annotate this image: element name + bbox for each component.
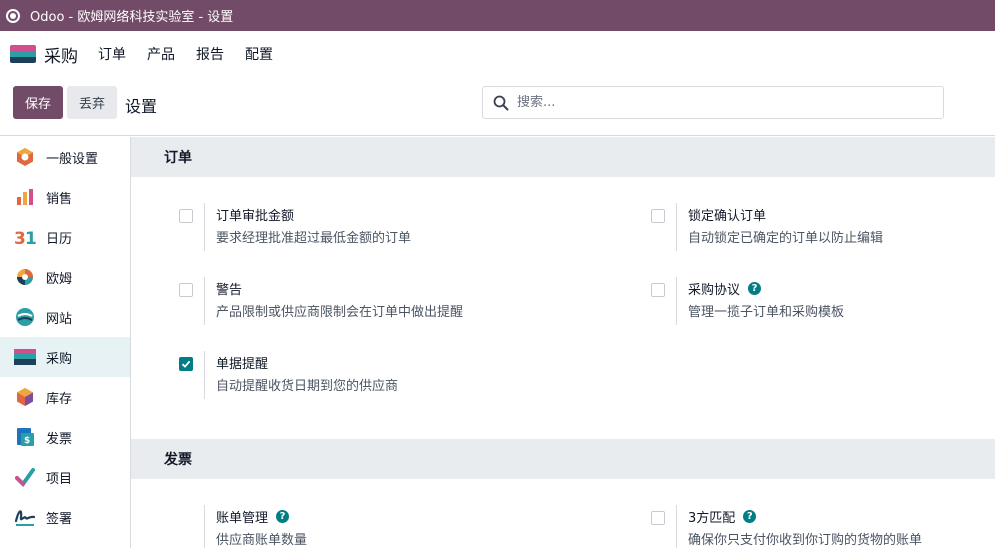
setting-title-text: 3方匹配 (688, 511, 736, 526)
sidebar-item-label: 网站 (46, 311, 73, 327)
setting-3-way-matching: 3方匹配 ? 确保你只支付你收到你订购的货物的账单 (651, 505, 995, 548)
setting-title-text: 账单管理 (216, 511, 269, 526)
section-header-orders: 订单 (131, 137, 995, 177)
inventory-icon (14, 386, 36, 408)
general-settings-icon (14, 146, 36, 168)
sidebar-item-label: 销售 (46, 191, 73, 207)
calendar-icon: 31 (14, 226, 36, 248)
setting-bill-control: 账单管理 ? 供应商账单数量 (179, 505, 539, 548)
setting-warnings: 警告 产品限制或供应商限制会在订单中做出提醒 (179, 277, 539, 327)
svg-text:1: 1 (25, 229, 36, 247)
browser-app-icon (6, 8, 20, 23)
checkmark-icon (181, 360, 191, 368)
sidebar-item-label: 签署 (46, 511, 73, 527)
sidebar-item-label: 一般设置 (46, 151, 99, 167)
menu-reporting[interactable]: 报告 (196, 44, 224, 64)
invoicing-icon: $ (14, 426, 36, 448)
setting-description: 要求经理批准超过最低金额的订单 (216, 231, 412, 246)
sidebar-item-label: 发票 (46, 431, 73, 447)
sidebar-item-sign[interactable]: 签署 (0, 497, 130, 537)
order-approval-checkbox[interactable] (179, 209, 193, 223)
purchase-icon (14, 346, 36, 368)
divider (676, 505, 677, 548)
setting-title: 订单审批金额 (216, 209, 295, 224)
three-way-matching-checkbox[interactable] (651, 511, 665, 525)
search-box[interactable] (482, 86, 944, 119)
setting-description: 确保你只支付你收到你订购的货物的账单 (688, 533, 923, 548)
settings-main: 订单 订单审批金额 要求经理批准超过最低金额的订单 锁定确认订单 自动锁定已确定… (131, 137, 995, 548)
setting-order-approval: 订单审批金额 要求经理批准超过最低金额的订单 (179, 203, 539, 253)
setting-title: 账单管理 ? (216, 507, 290, 526)
top-menu: 采购 订单 产品 报告 配置 (0, 31, 995, 77)
section-header-invoicing: 发票 (131, 439, 995, 479)
setting-description: 产品限制或供应商限制会在订单中做出提醒 (216, 305, 464, 320)
divider (676, 277, 677, 325)
setting-description: 供应商账单数量 (216, 533, 308, 548)
purchase-app-icon[interactable] (10, 45, 36, 63)
divider (204, 351, 205, 399)
receipt-reminder-checkbox[interactable] (179, 357, 193, 371)
setting-title-text: 采购协议 (688, 283, 741, 298)
sidebar-item-label: 日历 (46, 231, 73, 247)
setting-lock-confirmed-orders: 锁定确认订单 自动锁定已确定的订单以防止编辑 (651, 203, 995, 253)
divider (204, 277, 205, 325)
search-input[interactable] (517, 95, 917, 110)
sidebar-item-discuss[interactable]: 欧姆 (0, 257, 130, 297)
svg-text:$: $ (24, 436, 30, 446)
window-titlebar: Odoo - 欧姆网络科技实验室 - 设置 (0, 0, 995, 31)
discard-button[interactable]: 丢弃 (67, 86, 117, 119)
sidebar-item-general[interactable]: 一般设置 (0, 137, 130, 177)
sidebar-item-label: 采购 (46, 351, 73, 367)
discuss-icon (14, 266, 36, 288)
setting-title: 3方匹配 ? (688, 507, 757, 526)
save-button[interactable]: 保存 (13, 86, 63, 119)
sidebar-item-label: 项目 (46, 471, 73, 487)
settings-sidebar: 一般设置 销售 31 日历 欧姆 网站 采购 库存 $ 发票 项目 签署 (0, 137, 131, 548)
window-title: Odoo - 欧姆网络科技实验室 - 设置 (30, 10, 234, 25)
setting-title: 采购协议 ? (688, 279, 762, 298)
setting-title: 单据提醒 (216, 357, 269, 372)
sidebar-item-label: 欧姆 (46, 271, 73, 287)
sidebar-item-project[interactable]: 项目 (0, 457, 130, 497)
sign-icon (14, 506, 36, 528)
menu-configuration[interactable]: 配置 (245, 44, 273, 64)
breadcrumb: 设置 (125, 97, 158, 116)
sidebar-item-invoicing[interactable]: $ 发票 (0, 417, 130, 457)
setting-purchase-agreements: 采购协议 ? 管理一揽子订单和采购模板 (651, 277, 995, 327)
setting-description: 自动锁定已确定的订单以防止编辑 (688, 231, 884, 246)
divider (204, 203, 205, 251)
sidebar-item-calendar[interactable]: 31 日历 (0, 217, 130, 257)
help-icon[interactable]: ? (743, 510, 757, 523)
search-icon (493, 95, 509, 110)
website-icon (14, 306, 36, 328)
app-name[interactable]: 采购 (44, 42, 78, 67)
setting-receipt-reminder: 单据提醒 自动提醒收货日期到您的供应商 (179, 351, 539, 401)
warnings-checkbox[interactable] (179, 283, 193, 297)
menu-products[interactable]: 产品 (147, 44, 175, 64)
sidebar-item-sales[interactable]: 销售 (0, 177, 130, 217)
sidebar-item-label: 库存 (46, 391, 73, 407)
divider (204, 505, 205, 548)
setting-description: 自动提醒收货日期到您的供应商 (216, 379, 399, 394)
control-bar: 保存 丢弃 设置 (0, 77, 995, 136)
sidebar-item-purchase[interactable]: 采购 (0, 337, 130, 377)
menu-orders[interactable]: 订单 (98, 44, 126, 64)
lock-orders-checkbox[interactable] (651, 209, 665, 223)
setting-title: 锁定确认订单 (688, 209, 767, 224)
project-icon (14, 466, 36, 488)
help-icon[interactable]: ? (276, 510, 290, 523)
setting-description: 管理一揽子订单和采购模板 (688, 305, 845, 320)
divider (676, 203, 677, 251)
sales-icon (14, 186, 36, 208)
setting-title: 警告 (216, 283, 243, 298)
sidebar-item-inventory[interactable]: 库存 (0, 377, 130, 417)
help-icon[interactable]: ? (748, 282, 762, 295)
sidebar-item-website[interactable]: 网站 (0, 297, 130, 337)
purchase-agreements-checkbox[interactable] (651, 283, 665, 297)
